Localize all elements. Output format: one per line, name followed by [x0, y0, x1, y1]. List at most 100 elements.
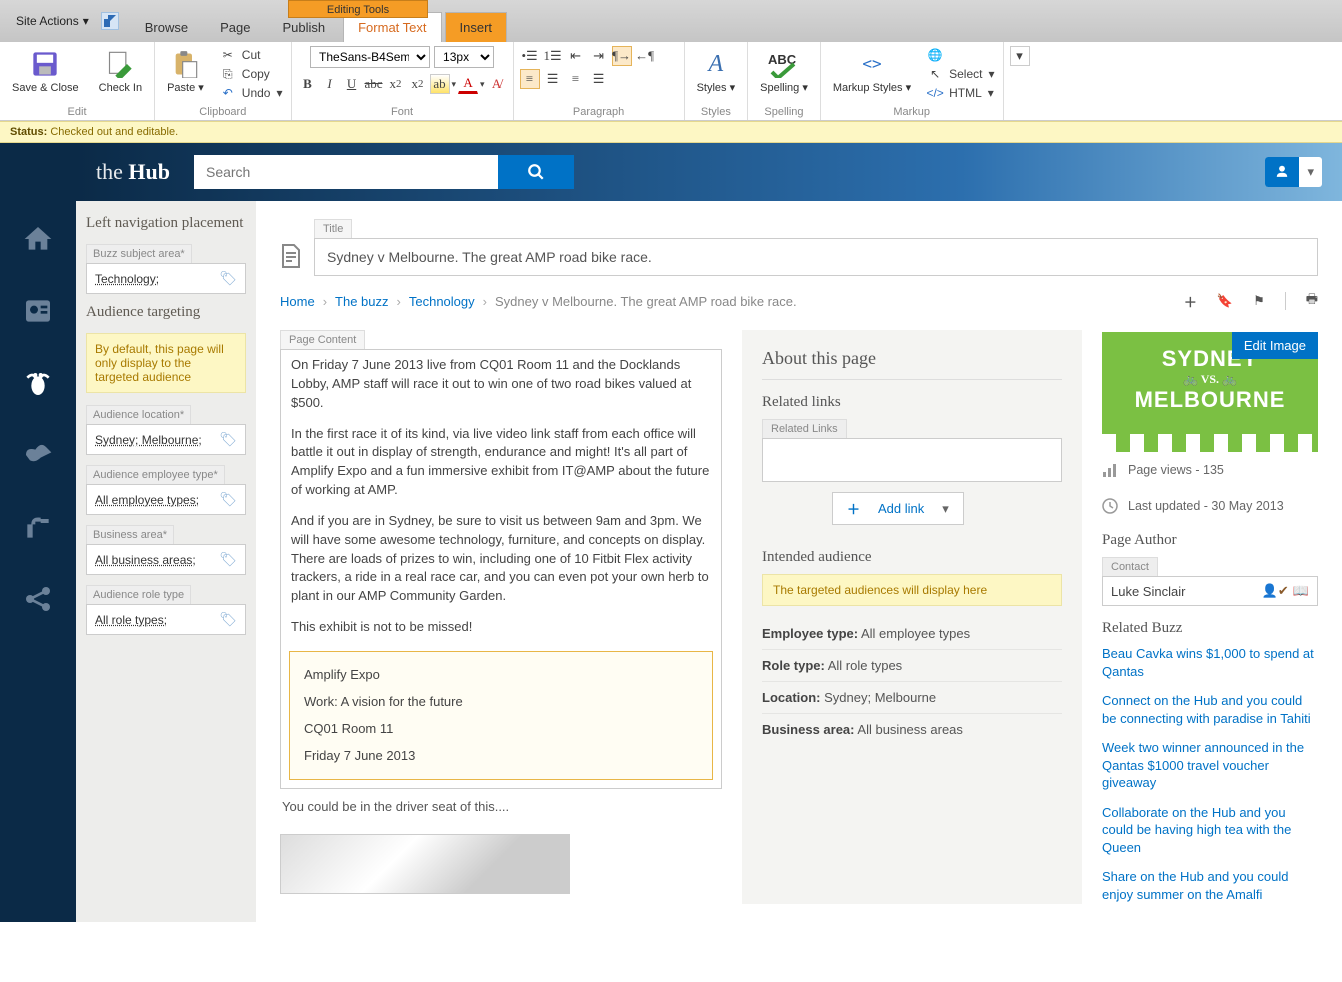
edit-image-button[interactable]: Edit Image [1232, 332, 1318, 359]
copy-button[interactable]: ⎘Copy [218, 65, 285, 83]
page-title-input[interactable] [314, 238, 1318, 276]
font-family-select[interactable]: TheSans-B4SemiL [310, 46, 430, 68]
select-button[interactable]: ↖Select ▾ [925, 65, 996, 83]
breadcrumb-home[interactable]: Home [280, 294, 315, 309]
ribbon-collapse-button[interactable]: ▾ [1010, 46, 1030, 66]
breadcrumb-tech[interactable]: Technology [409, 294, 475, 309]
role-type-label: Audience role type [86, 585, 191, 604]
hub-logo[interactable]: the Hub [96, 159, 170, 185]
markup-styles-button[interactable]: <> Markup Styles ▾ [827, 46, 917, 102]
home-icon[interactable] [22, 223, 54, 255]
buzz-link[interactable]: Share on the Hub and you could enjoy sum… [1102, 868, 1318, 903]
bullet-list-button[interactable]: •☰ [520, 46, 540, 66]
subject-area-label: Buzz subject area* [86, 244, 192, 263]
location-field[interactable]: Sydney; Melbourne;🏷 [86, 424, 246, 455]
outdent-button[interactable]: ⇤ [566, 46, 586, 66]
check-in-button[interactable]: Check In [93, 46, 148, 97]
ltr-button[interactable]: ¶→ [612, 46, 632, 66]
paste-button[interactable]: Paste ▾ [161, 46, 210, 102]
html-button[interactable]: </>HTML ▾ [925, 84, 996, 102]
buzz-icon[interactable] [22, 367, 54, 399]
mail-icon[interactable] [22, 439, 54, 471]
save-and-close-button[interactable]: Save & Close [6, 46, 85, 97]
related-links-field[interactable] [762, 438, 1062, 482]
superscript-button[interactable]: x2 [408, 74, 428, 94]
page-views-meta: Page views - 135 [1102, 452, 1318, 488]
indent-button[interactable]: ⇥ [589, 46, 609, 66]
content-paragraph[interactable]: This exhibit is not to be missed! [281, 612, 721, 643]
content-paragraph[interactable]: In the first race it of its kind, via li… [281, 419, 721, 506]
browse-icon[interactable]: 📖 [1293, 583, 1309, 599]
add-icon[interactable]: ＋ [1184, 292, 1197, 311]
tag-icon: 🏷 [219, 270, 237, 287]
breadcrumb-buzz[interactable]: The buzz [335, 294, 388, 309]
italic-button[interactable]: I [320, 74, 340, 94]
bold-button[interactable]: B [298, 74, 318, 94]
page-content-label: Page Content [280, 330, 365, 349]
audience-business-area: Business area: All business areas [762, 714, 1062, 745]
content-callout[interactable]: Amplify Expo Work: A vision for the futu… [289, 651, 713, 780]
align-left-button[interactable]: ≡ [520, 69, 540, 89]
copy-icon: ⎘ [220, 66, 236, 82]
tag-icon: 🏷 [219, 491, 237, 508]
search-input[interactable] [194, 155, 498, 189]
save-icon [29, 48, 61, 80]
strikethrough-button[interactable]: abc [364, 74, 384, 94]
cut-button[interactable]: ✂Cut [218, 46, 285, 64]
flag-icon[interactable]: ⚑ [1253, 293, 1265, 309]
print-icon[interactable]: 🖶 [1306, 290, 1318, 312]
content-paragraph[interactable]: On Friday 7 June 2013 live from CQ01 Roo… [281, 350, 721, 419]
align-right-button[interactable]: ≡ [566, 69, 586, 89]
buzz-link[interactable]: Collaborate on the Hub and you could be … [1102, 804, 1318, 857]
related-buzz-list: Beau Cavka wins $1,000 to spend at Qanta… [1102, 645, 1318, 904]
language-button[interactable]: 🌐 [925, 46, 996, 64]
check-name-icon[interactable]: 👤✔ [1262, 583, 1289, 599]
content-image-placeholder[interactable] [280, 834, 570, 894]
tab-browse[interactable]: Browse [131, 13, 202, 42]
align-justify-button[interactable]: ☰ [589, 69, 609, 89]
undo-button[interactable]: ↶Undo ▾ [218, 84, 285, 102]
styles-button[interactable]: A Styles ▾ [691, 46, 742, 97]
subject-area-field[interactable]: Technology;🏷 [86, 263, 246, 294]
page-content-editor[interactable]: On Friday 7 June 2013 live from CQ01 Roo… [280, 349, 722, 789]
tab-insert[interactable]: Insert [445, 12, 508, 42]
site-actions-menu[interactable]: Site Actions ▾ [8, 8, 97, 34]
add-link-button[interactable]: ＋Add link▾ [832, 492, 964, 525]
subscript-button[interactable]: x2 [386, 74, 406, 94]
navigate-up-icon[interactable] [101, 12, 119, 30]
tools-icon[interactable] [22, 511, 54, 543]
number-list-button[interactable]: 1☰ [543, 46, 563, 66]
role-type-field[interactable]: All role types;🏷 [86, 604, 246, 635]
font-size-select[interactable]: 13px [434, 46, 494, 68]
page-status-bar: Status: Checked out and editable. [0, 121, 1342, 143]
content-paragraph[interactable]: You could be in the driver seat of this.… [280, 789, 722, 824]
employee-type-field[interactable]: All employee types;🏷 [86, 484, 246, 515]
content-paragraph[interactable]: And if you are in Sydney, be sure to vis… [281, 506, 721, 612]
font-color-button[interactable]: A [458, 74, 478, 94]
align-center-button[interactable]: ☰ [543, 69, 563, 89]
check-in-icon [104, 48, 136, 80]
hero-image: Edit Image SYDNEY 🚲 VS. 🚲 MELBOURNE [1102, 332, 1318, 452]
buzz-link[interactable]: Beau Cavka wins $1,000 to spend at Qanta… [1102, 645, 1318, 680]
buzz-link[interactable]: Connect on the Hub and you could be conn… [1102, 692, 1318, 727]
rtl-button[interactable]: ←¶ [635, 46, 655, 66]
spelling-button[interactable]: ABC Spelling ▾ [754, 46, 814, 97]
about-panel: About this page Related links Related Li… [742, 330, 1082, 904]
highlight-button[interactable]: ab [430, 74, 450, 94]
underline-button[interactable]: U [342, 74, 362, 94]
group-spelling-label: Spelling [764, 104, 803, 118]
contact-field[interactable]: Luke Sinclair 👤✔ 📖 [1102, 576, 1318, 606]
related-links-label: Related Links [762, 419, 847, 438]
bookmark-icon[interactable]: 🔖 [1217, 293, 1233, 309]
buzz-link[interactable]: Week two winner announced in the Qantas … [1102, 739, 1318, 792]
contacts-icon[interactable] [22, 295, 54, 327]
user-menu[interactable]: ▾ [1265, 157, 1322, 187]
last-updated-meta: Last updated - 30 May 2013 [1102, 488, 1318, 524]
business-area-field[interactable]: All business areas;🏷 [86, 544, 246, 575]
share-icon[interactable] [22, 583, 54, 615]
tab-page[interactable]: Page [206, 13, 264, 42]
about-heading: About this page [762, 348, 1062, 380]
search-button[interactable] [498, 155, 574, 189]
clear-format-button[interactable]: A̸ [487, 74, 507, 94]
breadcrumb-current: Sydney v Melbourne. The great AMP road b… [495, 294, 797, 309]
